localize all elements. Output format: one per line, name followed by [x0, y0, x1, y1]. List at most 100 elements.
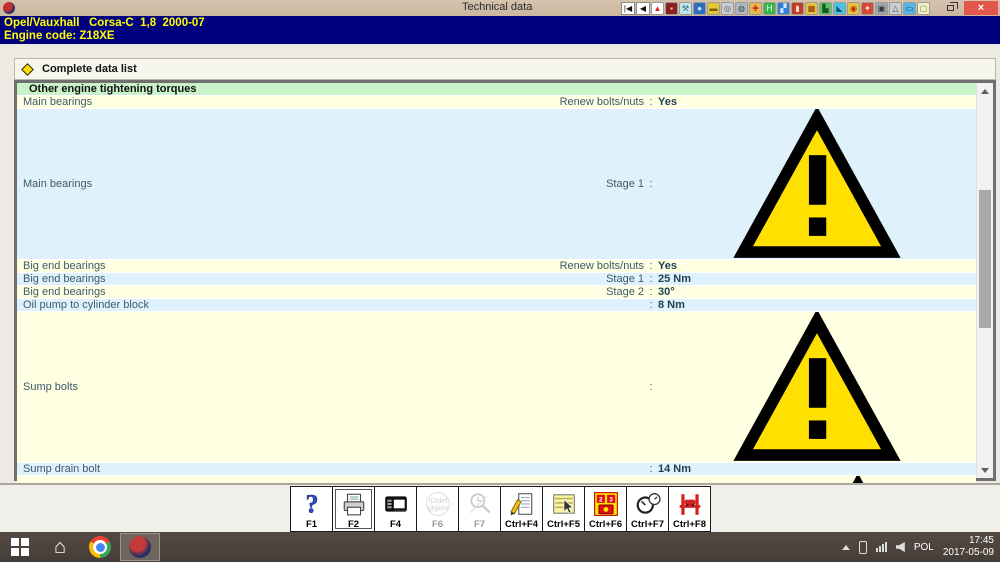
home-icon: ⌂ [54, 537, 66, 557]
window-titlebar: Technical data |◀ ◀ ▲▪⚒●▬◎◍✚Η▞▮▦▙◣◉✦▣△▭▢… [0, 0, 1000, 16]
ctrl-f7-button[interactable]: Ctrl+F7 [626, 486, 669, 532]
window-title: Technical data [462, 1, 532, 13]
category-icon-strip: ▲▪⚒●▬◎◍✚Η▞▮▦▙◣◉✦▣△▭▢ [651, 2, 930, 15]
motorcycle-icon[interactable]: ◉ [847, 2, 860, 15]
scrollbar-track[interactable] [977, 99, 993, 462]
volume-icon[interactable] [896, 542, 905, 552]
taskbar-app-button[interactable] [120, 533, 160, 561]
f7-button[interactable]: F7 [458, 486, 501, 532]
row-sub-label: Renew bolts/nuts [514, 260, 644, 272]
clock-time: 17:45 [943, 535, 994, 547]
row-value-cell: 8 Nm [658, 299, 976, 311]
ignition-icon[interactable]: ✦ [861, 2, 874, 15]
device-icon[interactable] [859, 541, 867, 554]
dtc-icon [593, 491, 619, 517]
row-value: 8 Nm [658, 299, 685, 311]
car-blue-icon[interactable]: ▭ [903, 2, 916, 15]
close-window-button[interactable]: × [964, 1, 998, 15]
f6-button[interactable]: F6 [416, 486, 459, 532]
table-row[interactable]: Big end bearings Stage 2 : 30° [17, 286, 976, 299]
row-sub-label: Stage 1 [514, 178, 644, 190]
row-sub-label: Stage 1 [514, 273, 644, 285]
row-value-cell: 25 Nm [658, 273, 976, 285]
row-label: Oil pump to cylinder block [23, 299, 514, 311]
f4-button[interactable]: F4 [374, 486, 417, 532]
row-colon: : [644, 286, 658, 298]
ctrl-f6-button[interactable]: Ctrl+F6 [584, 486, 627, 532]
printer-icon [341, 491, 367, 517]
complete-data-list-bar[interactable]: Complete data list [14, 58, 996, 80]
f2-button[interactable]: F2 [332, 486, 375, 532]
taskbar: ⌂ POL 17:45 2017-05-09 [0, 532, 1000, 562]
language-indicator[interactable]: POL [914, 542, 934, 553]
table-row[interactable]: Sump drain bolt : 14 Nm [17, 463, 976, 476]
table-row[interactable]: Big end bearings Stage 1 : 25 Nm [17, 273, 976, 286]
system-tray: POL 17:45 2017-05-09 [842, 532, 994, 562]
help-icon [299, 491, 325, 517]
engine-code: Engine code: Z18XE [4, 30, 1000, 43]
ctrl-f5-button[interactable]: Ctrl+F5 [542, 486, 585, 532]
home-button[interactable]: ⌂ [40, 532, 80, 562]
torque-table-body: Other engine tightening torques Main bea… [17, 83, 976, 478]
table-row[interactable]: Main bearings Stage 1 : [17, 109, 976, 260]
table-row[interactable]: Main bearings Renew bolts/nuts : Yes [17, 96, 976, 109]
fuse-box-icon[interactable]: ▦ [805, 2, 818, 15]
fkey-label: Ctrl+F7 [631, 518, 664, 531]
vertical-scrollbar[interactable] [976, 83, 993, 478]
function-key-panel: F1 F2 F4 F6 F7 Ctrl+F4 Ctrl+F5 Ctrl+F6 C… [0, 483, 1000, 532]
row-label: Main bearings [23, 96, 514, 108]
row-colon: : [644, 273, 658, 285]
start-button[interactable] [0, 532, 40, 562]
device-icon [383, 491, 409, 517]
signal-icon[interactable] [876, 542, 887, 552]
row-value: 14 Nm [658, 463, 691, 475]
vehicle-header: Opel/Vauxhall Corsa-C 1,8 2000-07 Engine… [0, 16, 1000, 44]
tractor-icon[interactable]: ▞ [777, 2, 790, 15]
torque-table: Other engine tightening torques Main bea… [14, 80, 996, 481]
taskbar-chrome-button[interactable] [80, 533, 120, 561]
restore-window-button[interactable] [937, 1, 963, 15]
lift-icon[interactable]: Η [763, 2, 776, 15]
chrome-icon [89, 536, 111, 558]
warning-triangle-icon [667, 109, 967, 259]
ctrl-f4-button[interactable]: Ctrl+F4 [500, 486, 543, 532]
f1-button[interactable]: F1 [290, 486, 333, 532]
row-label: Big end bearings [23, 286, 514, 298]
ctrl-f8-button[interactable]: Ctrl+F8 [668, 486, 711, 532]
seat-icon[interactable]: ▙ [819, 2, 832, 15]
section-header[interactable]: Other engine tightening torques [17, 83, 976, 96]
table-row[interactable]: Big end bearings Renew bolts/nuts : Yes [17, 260, 976, 273]
vehicle-title: Opel/Vauxhall Corsa-C 1,8 2000-07 [4, 17, 1000, 30]
scroll-up-button[interactable] [977, 83, 993, 99]
clock-date: 2017-05-09 [943, 547, 994, 559]
magnifier-icon [467, 491, 493, 517]
fkey-label: Ctrl+F6 [589, 518, 622, 531]
tray-expand-icon[interactable] [842, 545, 850, 550]
row-sub-label: Renew bolts/nuts [514, 96, 644, 108]
clock[interactable]: 17:45 2017-05-09 [943, 535, 994, 559]
car-body-icon[interactable]: ▬ [707, 2, 720, 15]
engine-icon[interactable]: ● [693, 2, 706, 15]
row-label: Main bearings [23, 178, 514, 190]
nav-back-button[interactable]: ◀ [636, 2, 650, 15]
spark-plug-icon[interactable]: ▮ [791, 2, 804, 15]
panel-icon[interactable]: ▢ [917, 2, 930, 15]
scroll-down-button[interactable] [977, 462, 993, 478]
table-row[interactable]: Oil pump to cylinder block : 8 Nm [17, 299, 976, 312]
fkey-label: Ctrl+F8 [673, 518, 706, 531]
camera-icon[interactable]: ▣ [875, 2, 888, 15]
brake-disc-icon[interactable]: ◍ [735, 2, 748, 15]
tools-icon[interactable]: ✚ [749, 2, 762, 15]
row-value: Yes [658, 260, 677, 272]
monitor-icon[interactable]: ▪ [665, 2, 678, 15]
row-value-cell [658, 109, 976, 259]
boat-icon[interactable]: ◣ [833, 2, 846, 15]
suspension-icon[interactable]: ⚒ [679, 2, 692, 15]
scrollbar-thumb[interactable] [979, 190, 991, 328]
warning-icon[interactable]: ▲ [651, 2, 664, 15]
row-value-cell [658, 312, 976, 462]
table-row[interactable]: Sump bolts : [17, 312, 976, 463]
road-sign-icon[interactable]: △ [889, 2, 902, 15]
nav-first-button[interactable]: |◀ [621, 2, 635, 15]
wheel-icon[interactable]: ◎ [721, 2, 734, 15]
